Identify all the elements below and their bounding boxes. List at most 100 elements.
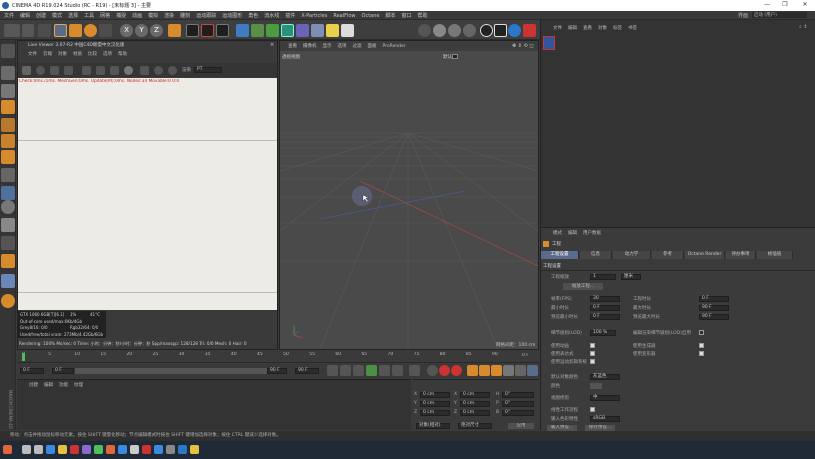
render-mode-select[interactable]: PT [194, 67, 222, 73]
menu-item[interactable]: X-Particles [301, 13, 327, 19]
sphere-preview-icon[interactable] [124, 66, 133, 75]
attributes-menu-item[interactable]: 编辑 [568, 230, 577, 236]
frame-range-slider[interactable] [75, 368, 287, 374]
attributes-menu-item[interactable]: 模式 [553, 230, 562, 236]
octane-icon[interactable] [480, 24, 493, 37]
quantize-icon[interactable] [1, 186, 15, 200]
coord-apply-button[interactable]: 应用 [508, 423, 534, 429]
timeline-menu-icon[interactable] [527, 365, 538, 376]
render-view-icon[interactable] [186, 24, 199, 37]
object-menu-item[interactable]: 书签 [628, 25, 637, 31]
search-icon[interactable] [22, 445, 31, 454]
material-menu-item[interactable]: 功能 [59, 382, 68, 388]
menu-item[interactable]: 帮助 [418, 12, 428, 19]
model-icon[interactable] [1, 66, 15, 80]
x-axis-icon[interactable]: X [120, 24, 133, 37]
light-icon[interactable] [341, 24, 354, 37]
lod-render-check[interactable] [699, 330, 704, 335]
coord-rot-field[interactable]: 0° [502, 410, 534, 416]
viewport-nav-icons[interactable]: ✥ ⇕ ⟲ ◻ [512, 43, 536, 49]
input-color-select[interactable]: sRGB [590, 416, 620, 422]
live-viewer-menu-item[interactable]: 帮助 [118, 51, 127, 57]
coord-pos-field[interactable]: 0 cm [420, 410, 450, 416]
option-checkbox[interactable] [590, 351, 595, 356]
snap-icon[interactable] [1, 168, 15, 182]
last-tool-icon[interactable] [99, 24, 112, 37]
color-swatch[interactable] [590, 383, 602, 389]
menu-item[interactable]: 模拟 [148, 12, 158, 19]
brush-icon[interactable] [1, 236, 15, 250]
viewport-menu-item[interactable]: 选项 [338, 43, 347, 49]
coord-rot-field[interactable]: 0° [502, 392, 534, 398]
coord-system-icon[interactable] [168, 24, 181, 37]
tab-5[interactable]: 待办事项 [726, 251, 756, 259]
app-icon-13[interactable] [190, 445, 199, 454]
subdivision-icon[interactable] [266, 24, 279, 37]
live-viewer-menu-item[interactable]: 云端 [43, 51, 52, 57]
menu-item[interactable]: 动画 [132, 12, 142, 19]
app-icon-4[interactable] [82, 445, 91, 454]
live-viewer-menu-item[interactable]: 文件 [28, 51, 37, 57]
app-icon-9[interactable] [142, 445, 151, 454]
playhead[interactable] [22, 353, 25, 361]
lock-icon[interactable] [1, 218, 15, 232]
param-key-icon[interactable] [503, 365, 514, 376]
y-axis-icon[interactable]: Y [135, 24, 148, 37]
autokey-icon[interactable] [439, 365, 450, 376]
menu-item[interactable]: 工具 [84, 12, 94, 19]
object-menu-item[interactable]: 文件 [553, 25, 562, 31]
timeline[interactable]: 0510152025303540455055606570758085900 F [17, 351, 539, 363]
go-end-icon[interactable] [409, 365, 420, 376]
menu-item[interactable]: 渲染 [164, 12, 174, 19]
z-axis-icon[interactable]: Z [150, 24, 163, 37]
scale-tool-icon[interactable] [69, 24, 82, 37]
gear-tool-icon[interactable] [1, 294, 15, 308]
play-icon[interactable] [366, 365, 377, 376]
record-key-icon[interactable] [427, 365, 438, 376]
octane-material-icon[interactable] [508, 24, 521, 37]
lod-field[interactable]: 100 % [590, 330, 616, 336]
menu-item[interactable]: 脚本 [386, 12, 396, 19]
menu-item[interactable]: 运动跟踪 [196, 12, 216, 19]
viewport-menu-item[interactable]: 显示 [323, 43, 332, 49]
menu-item[interactable]: 窗口 [402, 12, 412, 19]
app-icon-11[interactable] [166, 445, 175, 454]
object-menu-item[interactable]: 对象 [598, 25, 607, 31]
render-settings-icon[interactable] [216, 24, 229, 37]
menu-item[interactable]: 创建 [36, 12, 46, 19]
rot-key-icon[interactable] [491, 365, 502, 376]
region-icon[interactable] [82, 66, 91, 75]
app-icon-8[interactable] [130, 445, 139, 454]
current-frame-field[interactable]: 0 F [20, 368, 44, 374]
option-checkbox[interactable] [590, 343, 595, 348]
object-menu-item[interactable]: 标签 [613, 25, 622, 31]
start-frame-field[interactable]: 0 F [52, 368, 74, 374]
viewport-menu-item[interactable]: 查看 [288, 43, 297, 49]
tab-4[interactable]: Octane Render [685, 251, 725, 259]
object-menu-item[interactable]: 编辑 [568, 25, 577, 31]
app-icon-3[interactable] [70, 445, 79, 454]
coord-rot-field[interactable]: 0° [502, 401, 534, 407]
app-icon-7[interactable] [118, 445, 127, 454]
focus-pick-icon[interactable] [140, 66, 149, 75]
octane-record-icon[interactable] [523, 24, 536, 37]
param-field[interactable]: 30 [590, 296, 620, 302]
end-frame-field[interactable]: 90 F [267, 368, 287, 374]
param-field[interactable]: 0 F [590, 305, 620, 311]
texture-mode-icon[interactable] [448, 24, 461, 37]
menu-item[interactable]: 角色 [248, 12, 258, 19]
scale-key-icon[interactable] [479, 365, 490, 376]
param-field[interactable]: 0 F [699, 296, 729, 302]
uv-icon[interactable] [1, 150, 15, 164]
app-icon-6[interactable] [106, 445, 115, 454]
deformer-icon[interactable] [296, 24, 309, 37]
option-checkbox[interactable] [699, 343, 704, 348]
send-scene-icon[interactable] [22, 66, 31, 75]
prev-key-icon[interactable] [340, 365, 351, 376]
start-icon[interactable] [3, 445, 12, 454]
next-frame-icon[interactable] [379, 365, 390, 376]
live-viewer-menu-item[interactable]: 对象 [58, 51, 67, 57]
app-icon-2[interactable] [58, 445, 67, 454]
octane-settings-icon[interactable] [494, 24, 507, 37]
coord-pos-field[interactable]: 0 cm [420, 392, 450, 398]
